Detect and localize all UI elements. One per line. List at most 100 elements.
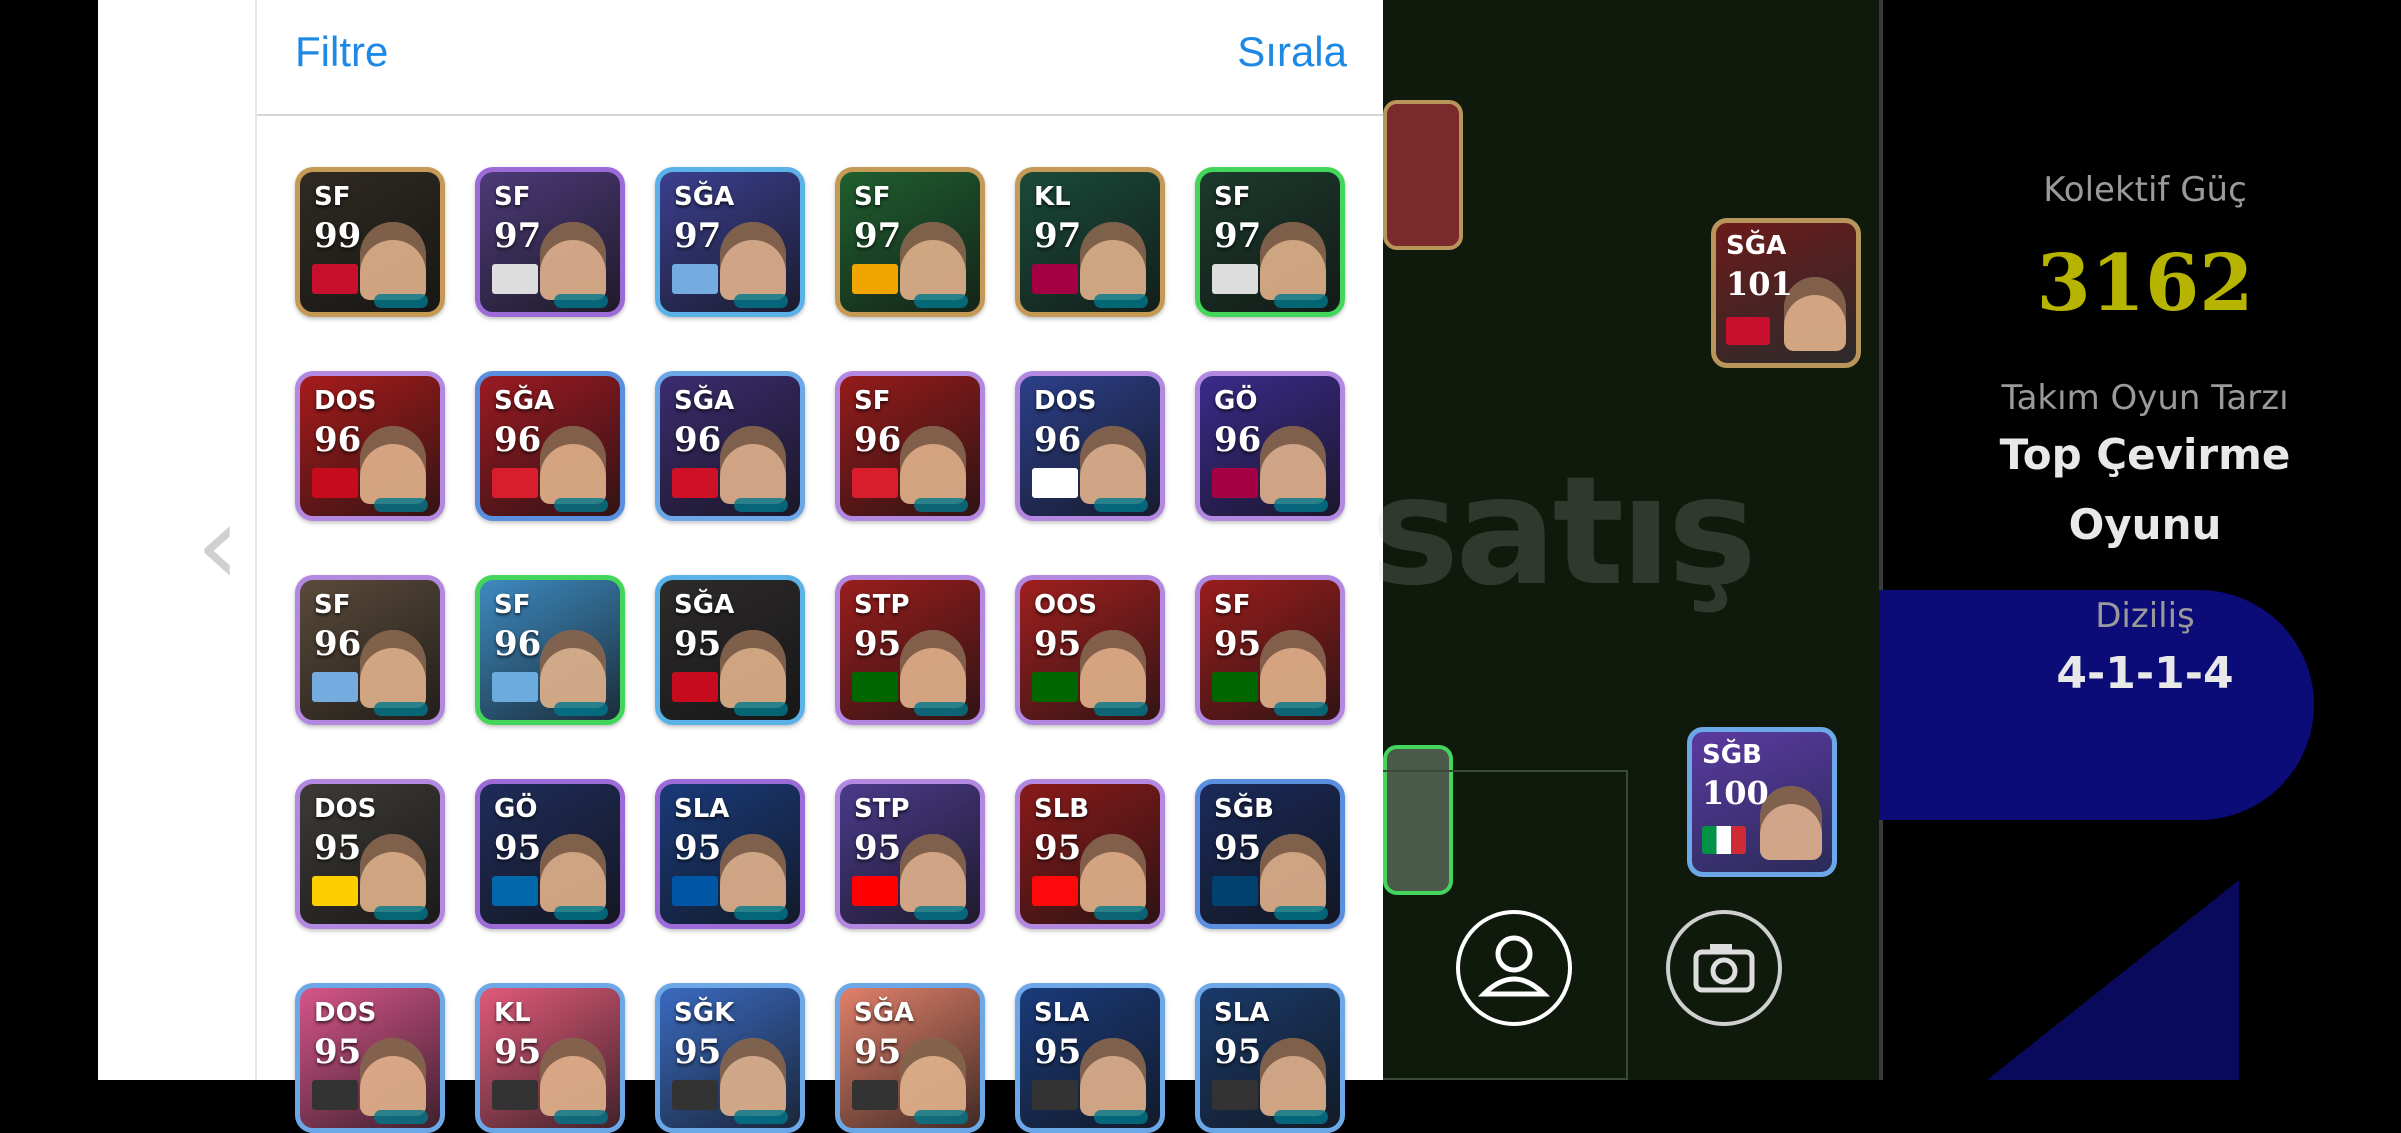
camera-icon	[1693, 944, 1755, 993]
player-position: SF	[1214, 182, 1251, 212]
flag	[312, 468, 358, 498]
player-rating: 95	[314, 828, 362, 868]
player-rating: 95	[854, 828, 902, 868]
player-card[interactable]: SF 96	[475, 575, 625, 725]
player-card[interactable]: KL 95	[475, 983, 625, 1133]
flag	[672, 1080, 718, 1110]
player-portrait	[1760, 786, 1822, 860]
player-card[interactable]: SF 96	[835, 371, 985, 521]
profile-button[interactable]	[1456, 910, 1572, 1026]
skill-pips-icon	[914, 498, 968, 512]
player-position: SLA	[1034, 998, 1090, 1028]
flag	[1032, 1080, 1078, 1110]
skill-pips-icon	[1094, 906, 1148, 920]
player-card[interactable]: STP 95	[835, 575, 985, 725]
panel-header: Filtre Sırala	[257, 0, 1385, 116]
flag	[492, 468, 538, 498]
player-rating: 95	[1034, 1032, 1082, 1072]
player-portrait	[540, 426, 606, 504]
flag	[672, 672, 718, 702]
player-card[interactable]: SĞB 95	[1195, 779, 1345, 929]
player-position: SF	[494, 590, 531, 620]
player-card[interactable]: SF 95	[1195, 575, 1345, 725]
player-card[interactable]: KL 97	[1015, 167, 1165, 317]
player-portrait	[540, 630, 606, 708]
player-portrait	[1784, 277, 1846, 351]
skill-pips-icon	[734, 1110, 788, 1124]
skill-pips-icon	[374, 498, 428, 512]
player-position: SF	[854, 386, 891, 416]
player-card[interactable]: SĞK 95	[655, 983, 805, 1133]
player-position: SF	[314, 182, 351, 212]
skill-pips-icon	[554, 498, 608, 512]
flag	[672, 468, 718, 498]
player-card[interactable]: SLA 95	[1195, 983, 1345, 1133]
player-position: SĞB	[1702, 740, 1762, 770]
flag	[492, 876, 538, 906]
player-portrait	[540, 222, 606, 300]
player-card[interactable]: SĞA 96	[655, 371, 805, 521]
player-card[interactable]: SĞA 95	[655, 575, 805, 725]
player-card[interactable]: SĞA 97	[655, 167, 805, 317]
skill-pips-icon	[914, 702, 968, 716]
skill-pips-icon	[1274, 906, 1328, 920]
player-card[interactable]: SF 97	[475, 167, 625, 317]
player-rating: 96	[674, 420, 722, 460]
skill-pips-icon	[374, 702, 428, 716]
flag	[492, 264, 538, 294]
player-card[interactable]: DOS 95	[295, 779, 445, 929]
flag	[312, 264, 358, 294]
flag	[1212, 264, 1258, 294]
back-arrow-icon[interactable]: ‹	[188, 490, 248, 600]
flag	[492, 672, 538, 702]
player-rating: 95	[1214, 828, 1262, 868]
player-card[interactable]: SF 96	[295, 575, 445, 725]
player-card[interactable]: SF 97	[835, 167, 985, 317]
player-card[interactable]: SF 97	[1195, 167, 1345, 317]
player-card[interactable]: DOS 96	[295, 371, 445, 521]
player-card[interactable]: OOS 95	[1015, 575, 1165, 725]
skill-pips-icon	[734, 702, 788, 716]
player-portrait	[1260, 426, 1326, 504]
player-card[interactable]: SĞA 96	[475, 371, 625, 521]
flag	[852, 264, 898, 294]
player-position: DOS	[314, 998, 377, 1028]
play-style-label: Takım Oyun Tarzı	[2001, 378, 2289, 418]
filter-button[interactable]: Filtre	[295, 28, 388, 76]
flag	[1032, 876, 1078, 906]
player-rating: 96	[494, 420, 542, 460]
skill-pips-icon	[374, 906, 428, 920]
player-portrait	[1080, 222, 1146, 300]
skill-pips-icon	[1274, 702, 1328, 716]
player-position: GÖ	[1214, 386, 1258, 416]
player-card[interactable]: SĞA 95	[835, 983, 985, 1133]
skill-pips-icon	[914, 906, 968, 920]
partial-player-card[interactable]	[1383, 100, 1463, 250]
flag	[852, 468, 898, 498]
sort-button[interactable]: Sırala	[1237, 28, 1347, 76]
player-card[interactable]: SLA 95	[1015, 983, 1165, 1133]
player-rating: 95	[674, 1032, 722, 1072]
player-card[interactable]: GÖ 95	[475, 779, 625, 929]
player-card[interactable]: STP 95	[835, 779, 985, 929]
camera-button[interactable]	[1666, 910, 1782, 1026]
player-portrait	[900, 1038, 966, 1116]
player-portrait	[720, 222, 786, 300]
player-card[interactable]: GÖ 96	[1195, 371, 1345, 521]
player-rating: 96	[1034, 420, 1082, 460]
field-player-card[interactable]: SĞB 100	[1687, 727, 1837, 877]
player-card[interactable]: SLB 95	[1015, 779, 1165, 929]
player-portrait	[1260, 222, 1326, 300]
flag	[1032, 672, 1078, 702]
player-card[interactable]: DOS 95	[295, 983, 445, 1133]
player-card[interactable]: DOS 96	[1015, 371, 1165, 521]
field-player-card[interactable]: SĞA 101	[1711, 218, 1861, 368]
player-card[interactable]: SF 99	[295, 167, 445, 317]
player-position: OOS	[1034, 590, 1097, 620]
flag	[1212, 672, 1258, 702]
player-portrait	[900, 426, 966, 504]
player-portrait	[900, 222, 966, 300]
flag	[1726, 317, 1770, 345]
player-card[interactable]: SLA 95	[655, 779, 805, 929]
player-portrait	[1260, 1038, 1326, 1116]
